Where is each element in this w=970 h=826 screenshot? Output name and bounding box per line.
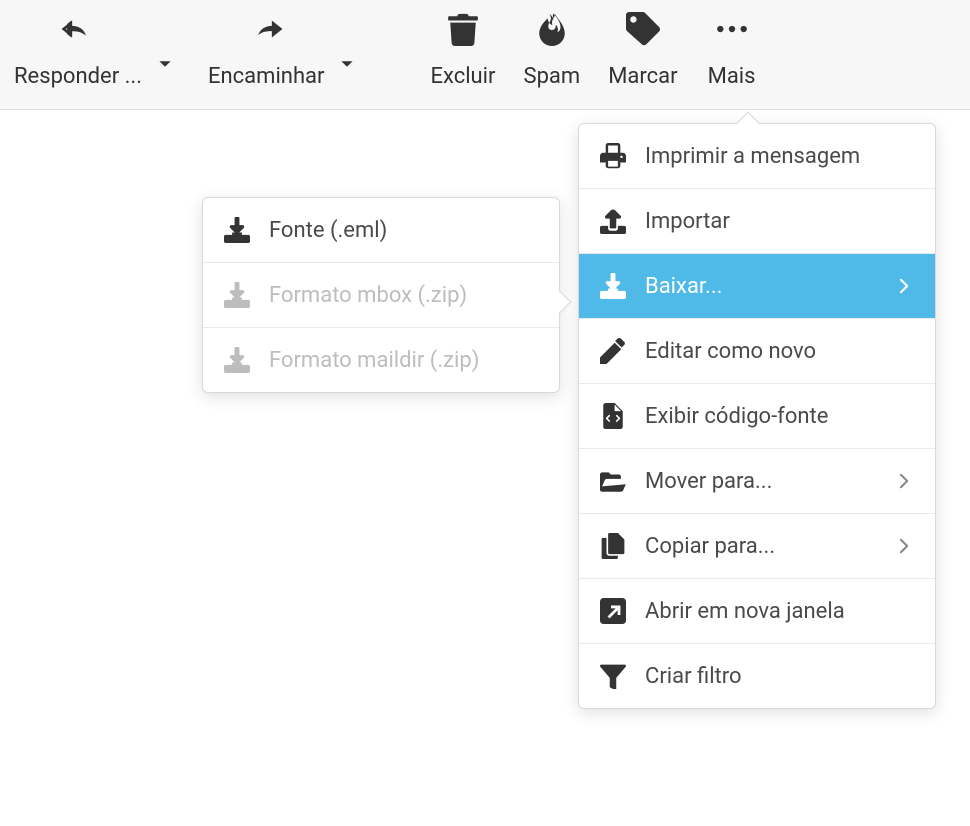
reply-button[interactable]: Responder ... bbox=[0, 12, 156, 103]
file-code-icon bbox=[599, 402, 627, 430]
submenu-maildir: Formato maildir (.zip) bbox=[203, 328, 559, 392]
chevron-right-icon bbox=[897, 470, 915, 492]
submenu-maildir-label: Formato maildir (.zip) bbox=[269, 348, 539, 373]
spam-label: Spam bbox=[524, 64, 581, 89]
forward-dropdown-caret[interactable] bbox=[338, 57, 356, 71]
menu-open-new-window-label: Abrir em nova janela bbox=[645, 599, 915, 624]
reply-dropdown-caret[interactable] bbox=[156, 57, 174, 71]
menu-print[interactable]: Imprimir a mensagem bbox=[579, 124, 935, 189]
mark-button[interactable]: Marcar bbox=[594, 12, 691, 103]
chevron-right-icon bbox=[897, 535, 915, 557]
submenu-mbox: Formato mbox (.zip) bbox=[203, 263, 559, 328]
mark-label: Marcar bbox=[608, 64, 677, 89]
trash-icon bbox=[446, 12, 480, 52]
external-link-icon bbox=[599, 597, 627, 625]
menu-print-label: Imprimir a mensagem bbox=[645, 144, 915, 169]
menu-import[interactable]: Importar bbox=[579, 189, 935, 254]
menu-edit-new[interactable]: Editar como novo bbox=[579, 319, 935, 384]
menu-view-source[interactable]: Exibir código-fonte bbox=[579, 384, 935, 449]
menu-view-source-label: Exibir código-fonte bbox=[645, 404, 915, 429]
download-icon bbox=[223, 281, 251, 309]
pencil-icon bbox=[599, 337, 627, 365]
download-icon bbox=[223, 346, 251, 374]
more-button[interactable]: Mais bbox=[692, 12, 772, 103]
filter-icon bbox=[599, 662, 627, 690]
menu-create-filter-label: Criar filtro bbox=[645, 664, 915, 689]
menu-copy-to[interactable]: Copiar para... bbox=[579, 514, 935, 579]
menu-copy-to-label: Copiar para... bbox=[645, 534, 879, 559]
download-icon bbox=[599, 272, 627, 300]
spam-button[interactable]: Spam bbox=[510, 12, 595, 103]
print-icon bbox=[599, 142, 627, 170]
upload-icon bbox=[599, 207, 627, 235]
ellipsis-icon bbox=[715, 12, 749, 52]
download-icon bbox=[223, 216, 251, 244]
menu-create-filter[interactable]: Criar filtro bbox=[579, 644, 935, 708]
forward-label: Encaminhar bbox=[208, 64, 324, 89]
more-menu: Imprimir a mensagem Importar Baixar... E… bbox=[578, 123, 936, 709]
more-label: Mais bbox=[708, 64, 756, 89]
submenu-eml-label: Fonte (.eml) bbox=[269, 218, 539, 243]
copy-icon bbox=[599, 532, 627, 560]
download-submenu: Fonte (.eml) Formato mbox (.zip) Formato… bbox=[202, 197, 560, 393]
menu-download[interactable]: Baixar... bbox=[579, 254, 935, 319]
forward-button[interactable]: Encaminhar bbox=[194, 12, 338, 103]
reply-all-icon bbox=[61, 12, 95, 52]
menu-open-new-window[interactable]: Abrir em nova janela bbox=[579, 579, 935, 644]
menu-move-to-label: Mover para... bbox=[645, 469, 879, 494]
folder-open-icon bbox=[599, 467, 627, 495]
menu-edit-new-label: Editar como novo bbox=[645, 339, 915, 364]
forward-icon bbox=[249, 12, 283, 52]
menu-download-label: Baixar... bbox=[645, 274, 879, 299]
delete-button[interactable]: Excluir bbox=[416, 12, 509, 103]
menu-import-label: Importar bbox=[645, 209, 915, 234]
menu-move-to[interactable]: Mover para... bbox=[579, 449, 935, 514]
chevron-right-icon bbox=[897, 275, 915, 297]
delete-label: Excluir bbox=[430, 64, 495, 89]
submenu-mbox-label: Formato mbox (.zip) bbox=[269, 283, 539, 308]
tag-icon bbox=[626, 12, 660, 52]
reply-label: Responder ... bbox=[14, 64, 142, 89]
toolbar: Responder ... Encaminhar Excluir Spam bbox=[0, 0, 970, 110]
submenu-eml[interactable]: Fonte (.eml) bbox=[203, 198, 559, 263]
flame-icon bbox=[535, 12, 569, 52]
